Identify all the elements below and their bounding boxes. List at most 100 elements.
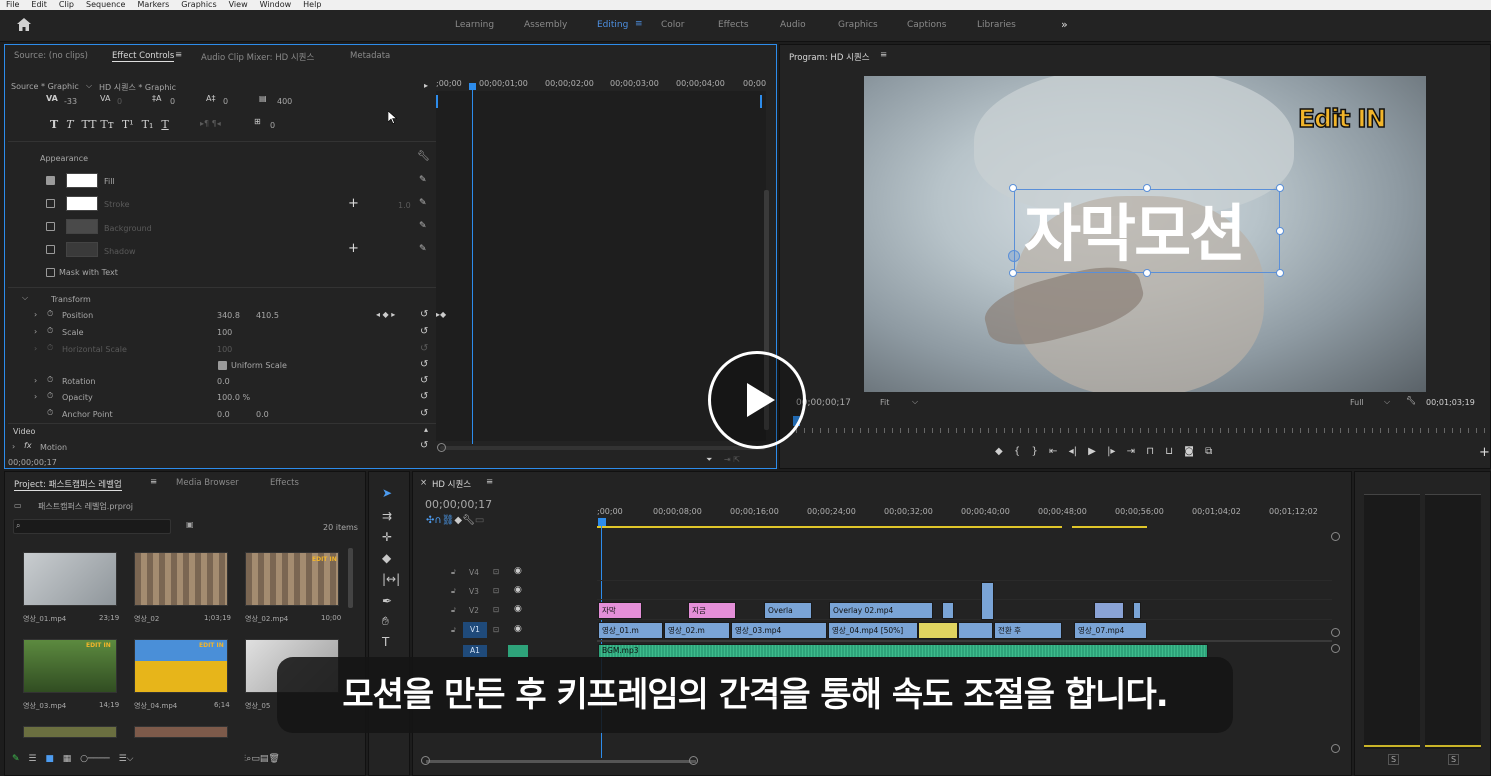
pencil-icon[interactable]: ✎ — [12, 754, 20, 764]
mark-in-icon[interactable]: { — [1014, 446, 1020, 457]
transform-collapse-icon[interactable]: ⌵ — [22, 293, 28, 303]
fill-checkbox[interactable] — [46, 176, 55, 185]
reset-icon[interactable]: ↺ — [420, 375, 428, 386]
uniform-scale-checkbox[interactable] — [218, 361, 227, 370]
freeform-view-icon[interactable]: ▦ — [63, 754, 72, 764]
tab-menu-icon[interactable]: ≡ — [175, 50, 182, 60]
menu-edit[interactable]: Edit — [31, 0, 47, 9]
lift-icon[interactable]: ⊓ — [1146, 446, 1154, 457]
extract-icon[interactable]: ⊔ — [1165, 446, 1173, 457]
sequence-tab[interactable]: HD 시퀀스 — [432, 478, 471, 490]
timeline-clip[interactable]: 영상_04.mp4 [50%] — [828, 622, 918, 639]
tab-menu-icon[interactable]: ≡ — [150, 477, 157, 487]
timeline-clip[interactable]: 영상_07.mp4 — [1074, 622, 1147, 639]
reset-icon[interactable]: ↺ — [420, 343, 428, 354]
snap-icon[interactable]: ∩ — [434, 515, 441, 526]
timeline-clip[interactable]: 전환 후 — [994, 622, 1062, 639]
workspace-captions[interactable]: Captions — [907, 20, 946, 30]
timeline-clip[interactable] — [1094, 602, 1124, 619]
thumbnail-clip-08[interactable] — [134, 726, 228, 738]
lock-icon[interactable]: 🔓︎ — [451, 586, 456, 596]
scroll-handle[interactable] — [1331, 628, 1340, 637]
selection-tool-icon[interactable]: ➤ — [382, 486, 392, 500]
chevron-down-icon[interactable]: ⌵ — [1384, 397, 1390, 407]
thumbnail-clip-01[interactable] — [23, 552, 117, 606]
workspace-audio[interactable]: Audio — [780, 20, 806, 30]
tab-effect-controls[interactable]: Effect Controls — [112, 51, 175, 62]
timeline-clip[interactable]: Overla — [764, 602, 812, 619]
thumbnail-clip-07[interactable] — [23, 726, 117, 738]
timeline-clip[interactable] — [942, 602, 954, 619]
scroll-handle[interactable] — [1331, 532, 1340, 541]
stopwatch-icon[interactable]: ⏱︎ — [47, 309, 53, 319]
panel-menu-icon[interactable]: ≡ — [486, 477, 493, 487]
leading-value[interactable]: 0 — [170, 97, 175, 106]
timeline-clip[interactable] — [918, 622, 958, 639]
type-tool-icon[interactable]: T — [382, 635, 389, 649]
new-bin-icon[interactable]: ▭ — [251, 754, 260, 764]
ec-zoom-scrollbar[interactable] — [440, 446, 765, 450]
solo-button[interactable]: S — [1448, 754, 1460, 765]
background-color-swatch[interactable] — [66, 219, 98, 234]
bbox-handle[interactable] — [1143, 269, 1151, 277]
timeline-zoom-bar[interactable] — [426, 760, 696, 763]
sequence-dropdown-icon[interactable]: ⌵ — [86, 81, 92, 91]
horizontal-scale-value[interactable]: 100 — [217, 345, 232, 354]
eye-icon[interactable]: ◉ — [514, 624, 522, 634]
ripple-edit-tool-icon[interactable]: ✛ — [382, 530, 392, 544]
menu-graphics[interactable]: Graphics — [181, 0, 216, 9]
tab-effects[interactable]: Effects — [270, 478, 299, 488]
timeline-clip[interactable]: Overlay 02.mp4 — [829, 602, 933, 619]
eyedropper-icon[interactable]: ✎ — [419, 244, 427, 254]
stroke-width-value[interactable]: 1.0 — [398, 201, 411, 210]
eyedropper-icon[interactable]: ✎ — [419, 198, 427, 208]
ec-ruler[interactable]: ;00;00 00;00;01;00 00;00;02;00 00;00;03;… — [436, 77, 766, 91]
faux-bold-icon[interactable]: T — [50, 118, 58, 131]
razor-tool-icon[interactable]: ◆ — [382, 551, 391, 565]
timeline-playhead-handle[interactable] — [598, 518, 606, 526]
ec-zoom-handle[interactable] — [437, 443, 446, 452]
keyframe-marker-icon[interactable]: ▸◆ — [436, 310, 446, 319]
timeline-clip[interactable]: 영상_03.mp4 — [731, 622, 827, 639]
icon-view-icon[interactable]: ■ — [45, 754, 54, 764]
menu-clip[interactable]: Clip — [59, 0, 74, 9]
expand-icon[interactable]: › — [34, 344, 37, 353]
menu-view[interactable]: View — [229, 0, 248, 9]
pen-tool-icon[interactable]: ✒ — [382, 594, 392, 608]
step-forward-icon[interactable]: |▸ — [1107, 446, 1115, 457]
timeline-clip[interactable]: 영상_02.m — [664, 622, 730, 639]
video-play-button[interactable] — [708, 351, 806, 449]
expand-icon[interactable]: › — [12, 442, 15, 451]
eyedropper-icon[interactable]: ✎ — [419, 175, 427, 185]
timeline-clip[interactable]: 자막 — [598, 602, 642, 619]
zoom-handle[interactable] — [689, 756, 698, 765]
timeline-clip[interactable] — [1133, 602, 1141, 619]
eye-icon[interactable]: ◉ — [514, 566, 522, 576]
sync-lock-icon[interactable]: ⊡ — [493, 586, 499, 595]
add-marker-icon[interactable]: ◆ — [995, 446, 1003, 457]
track-select-tool-icon[interactable]: ⇉ — [382, 509, 392, 523]
add-shadow-icon[interactable]: + — [348, 241, 359, 256]
position-y-value[interactable]: 410.5 — [256, 311, 279, 320]
keyframe-nav-icon[interactable]: ◂ ◆ ▸ — [376, 310, 395, 319]
workspace-libraries[interactable]: Libraries — [977, 20, 1016, 30]
fill-color-swatch[interactable] — [66, 173, 98, 188]
lock-icon[interactable]: 🔓︎ — [451, 625, 456, 635]
all-caps-icon[interactable]: TT — [82, 118, 97, 131]
hand-tool-icon[interactable]: ✋︎ — [382, 614, 389, 629]
menu-help[interactable]: Help — [303, 0, 321, 9]
project-scrollbar[interactable] — [348, 548, 353, 608]
reset-icon[interactable]: ↺ — [420, 326, 428, 337]
slip-tool-icon[interactable]: |↔| — [382, 572, 400, 586]
audio-clip[interactable]: BGM.mp3 — [598, 644, 1208, 658]
fit-dropdown[interactable]: Fit — [880, 398, 889, 407]
reset-icon[interactable]: ↺ — [420, 359, 428, 370]
menu-file[interactable]: File — [6, 0, 19, 9]
scroll-handle[interactable] — [1331, 644, 1340, 653]
track-label-v1[interactable]: V1 — [463, 622, 487, 638]
zoom-handle[interactable] — [421, 756, 430, 765]
underline-icon[interactable]: T — [161, 118, 168, 131]
scroll-handle[interactable] — [1331, 744, 1340, 753]
mark-out-icon[interactable]: } — [1031, 446, 1037, 457]
chevron-down-icon[interactable]: ⌵ — [912, 397, 918, 407]
